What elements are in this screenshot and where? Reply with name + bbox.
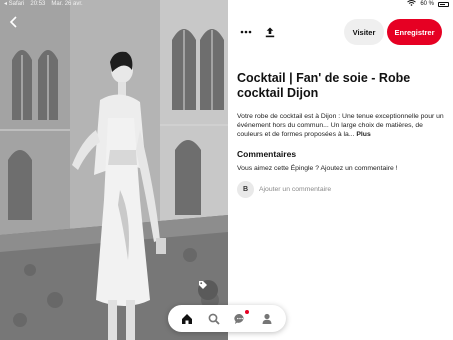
visit-button[interactable]: Visiter: [344, 19, 384, 45]
battery-percent: 60 %: [420, 1, 434, 7]
tag-icon: [199, 281, 207, 289]
status-bar-right: 60 %: [407, 0, 449, 10]
status-bar-left: ◂ Safari 20:53 Mar. 26 avr.: [4, 0, 83, 9]
avatar[interactable]: B: [237, 181, 254, 198]
back-button[interactable]: [9, 16, 21, 30]
messages-icon: [234, 313, 244, 324]
pin-image[interactable]: [0, 0, 228, 340]
notification-dot: [245, 309, 250, 314]
ellipsis-icon: [240, 30, 252, 34]
pin-detail-panel: Visiter Enregistrer Cocktail | Fan' de s…: [228, 9, 453, 340]
profile-icon: [262, 313, 272, 324]
pin-title: Cocktail | Fan' de soie - Robe cocktail …: [237, 71, 411, 100]
more-options-button[interactable]: [237, 23, 255, 41]
pin-description-text: Votre robe de cocktail est à Dijon : Une…: [237, 113, 444, 138]
comment-input[interactable]: [259, 183, 409, 195]
pin-description: Votre robe de cocktail est à Dijon : Une…: [237, 112, 445, 139]
chevron-left-icon: [9, 16, 17, 28]
search-icon: [208, 313, 220, 325]
status-bar: ◂ Safari 20:53 Mar. 26 avr. 60 %: [0, 0, 453, 9]
bottom-nav: [168, 305, 286, 332]
more-link[interactable]: Plus: [356, 131, 370, 138]
wifi-icon: [407, 0, 417, 10]
status-time: 20:53: [30, 1, 46, 7]
comments-prompt: Vous aimez cette Épingle ? Ajoutez un co…: [237, 165, 398, 172]
nav-messages[interactable]: [230, 309, 250, 329]
nav-home[interactable]: [177, 309, 197, 329]
battery-icon: [438, 2, 449, 7]
share-icon: [265, 27, 275, 37]
back-to-app-link[interactable]: ◂ Safari: [4, 0, 24, 9]
home-icon: [182, 313, 193, 324]
nav-profile[interactable]: [257, 309, 277, 329]
share-button[interactable]: [261, 23, 279, 41]
nav-search[interactable]: [204, 309, 224, 329]
status-date: Mar. 26 avr.: [51, 1, 83, 7]
comments-heading: Commentaires: [237, 149, 297, 159]
pin-photo: [0, 0, 228, 340]
action-bar: Visiter Enregistrer: [228, 19, 453, 45]
product-tag-button[interactable]: [198, 280, 218, 300]
save-button[interactable]: Enregistrer: [387, 19, 442, 45]
